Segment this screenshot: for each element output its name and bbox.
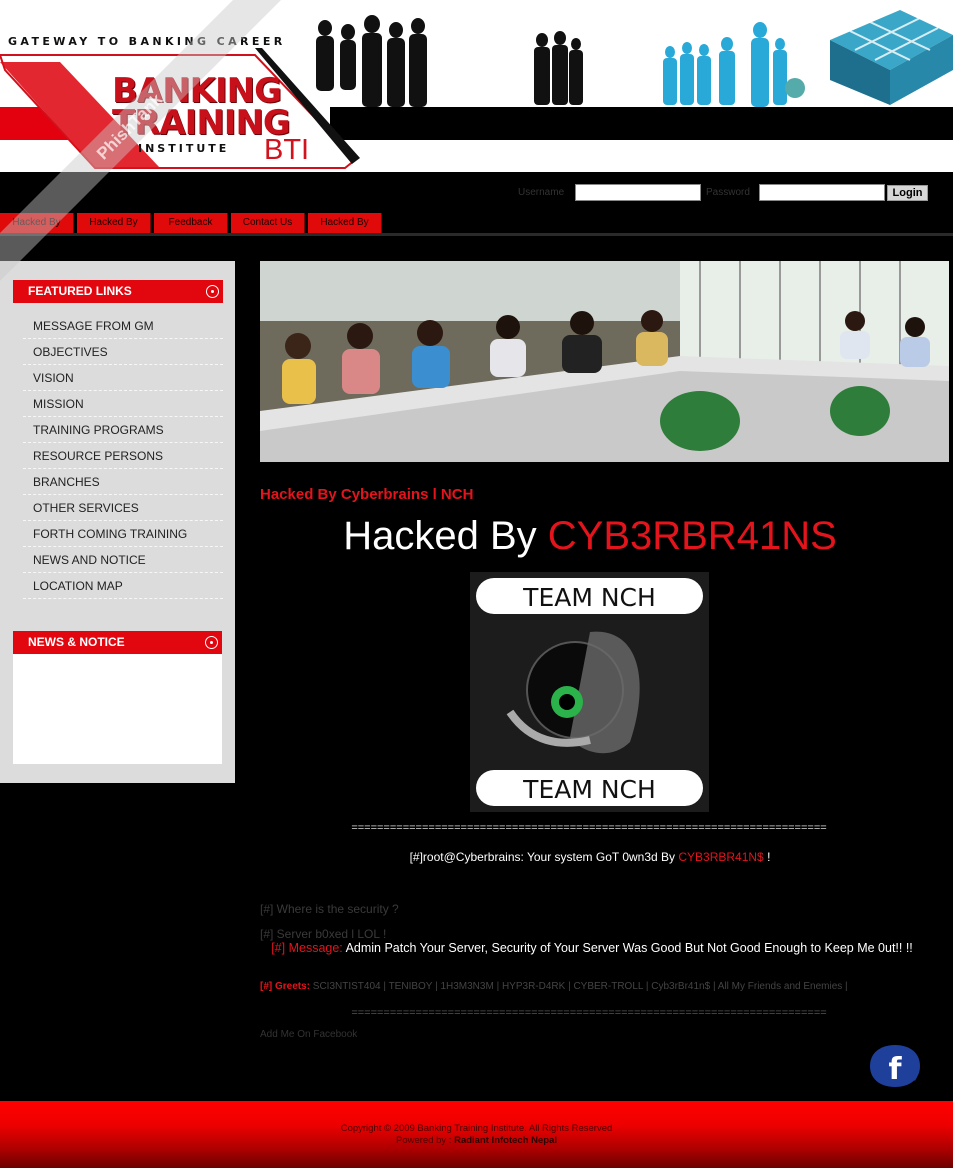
nav-tab-hacked-by-2[interactable]: Hacked By	[77, 213, 151, 233]
team-logo-bottom-text: TEAM NCH	[522, 775, 656, 804]
username-label: Username	[518, 187, 565, 198]
sidebar-link-training-programs[interactable]: TRAINING PROGRAMS	[23, 417, 223, 443]
hacked-by-prefix: Hacked By	[343, 514, 548, 558]
hacker-name: CYB3RBR41NS	[547, 514, 837, 558]
facebook-icon[interactable]: f	[868, 1043, 922, 1089]
security-line: [#] Where is the security ?	[260, 902, 399, 916]
message-text: Admin Patch Your Server, Security of You…	[342, 941, 913, 955]
header-black-band	[330, 107, 953, 140]
root-message: [#]root@Cyberbrains: Your system GoT 0wn…	[260, 850, 920, 864]
footer-powered-prefix: Powered by :	[395, 1135, 455, 1146]
crosshair-icon	[206, 285, 219, 298]
footer-copyright: Copyright © 2009 Banking Training Instit…	[340, 1123, 613, 1134]
sidebar-link-location-map[interactable]: LOCATION MAP	[23, 573, 223, 599]
root-message-suffix: !	[763, 850, 771, 864]
nav-tab-contact-us[interactable]: Contact Us	[231, 213, 305, 233]
hacked-by-headline: Hacked By CYB3RBR41NS	[260, 514, 920, 559]
divider-line-top: ========================================…	[351, 822, 827, 834]
logo-word-institute: INSTITUTE	[138, 142, 230, 155]
sidebar-link-objectives[interactable]: OBJECTIVES	[23, 339, 223, 365]
add-me-on-facebook-link[interactable]: Add Me On Facebook	[260, 1029, 357, 1040]
message-label: [#] Message:	[271, 941, 343, 955]
news-notice-header: NEWS & NOTICE	[13, 631, 222, 654]
sidebar-link-forth-coming-training[interactable]: FORTH COMING TRAINING	[23, 521, 223, 547]
team-logo-top-text: TEAM NCH	[522, 583, 656, 612]
sidebar-link-mission[interactable]: MISSION	[23, 391, 223, 417]
site-header: GATEWAY TO BANKING CAREER BANKING TRAINI…	[0, 0, 953, 172]
training-room-photo	[260, 261, 949, 462]
username-input[interactable]	[575, 184, 701, 201]
svg-text:f: f	[888, 1052, 902, 1087]
team-nch-logo-image: TEAM NCH TEAM NCH	[470, 572, 709, 812]
sidebar-link-other-services[interactable]: OTHER SERVICES	[23, 495, 223, 521]
crosshair-icon	[205, 636, 218, 649]
featured-links-header: FEATURED LINKS	[13, 280, 223, 303]
sidebar-link-resource-persons[interactable]: RESOURCE PERSONS	[23, 443, 223, 469]
nav-tab-hacked-by-3[interactable]: Hacked By	[308, 213, 382, 233]
greets-line: [#] Greets: SCI3NTIST404 | TENIBOY | 1H3…	[260, 981, 848, 992]
root-message-text: [#]root@Cyberbrains: Your system GoT 0wn…	[409, 850, 679, 864]
boxed-line: [#] Server b0xed l LOL !	[260, 927, 387, 941]
sidebar-link-branches[interactable]: BRANCHES	[23, 469, 223, 495]
logo-abbreviation: BTI	[264, 134, 310, 166]
login-button[interactable]: Login	[887, 185, 928, 201]
password-label: Password	[706, 187, 750, 198]
banner-silhouettes-image	[316, 10, 953, 107]
greets-label: [#] Greets:	[260, 981, 311, 992]
hacker-message: [#] Message: Admin Patch Your Server, Se…	[262, 941, 922, 956]
site-footer: Copyright © 2009 Banking Training Instit…	[0, 1101, 953, 1168]
nav-divider	[0, 233, 953, 236]
root-message-name: CYB3RBR41N$	[678, 850, 764, 864]
footer-powered-link[interactable]: Radiant Infotech Nepal	[454, 1135, 557, 1146]
hacked-by-subtitle: Hacked By Cyberbrains l NCH	[260, 486, 474, 503]
featured-links-list: MESSAGE FROM GM OBJECTIVES VISION MISSIO…	[23, 313, 223, 599]
greets-text: SCI3NTIST404 | TENIBOY | 1H3M3N3M | HYP3…	[310, 981, 848, 992]
featured-links-title: FEATURED LINKS	[28, 284, 132, 298]
news-notice-panel	[13, 654, 222, 764]
sidebar-link-news-and-notice[interactable]: NEWS AND NOTICE	[23, 547, 223, 573]
sidebar-link-vision[interactable]: VISION	[23, 365, 223, 391]
sidebar-link-message-from-gm[interactable]: MESSAGE FROM GM	[23, 313, 223, 339]
footer-powered-by: Powered by : Radiant Infotech Nepal	[0, 1135, 953, 1146]
divider-line-bottom: ========================================…	[351, 1007, 827, 1019]
nav-tab-feedback[interactable]: Feedback	[154, 213, 228, 233]
password-input[interactable]	[759, 184, 885, 201]
news-notice-title: NEWS & NOTICE	[28, 635, 125, 649]
